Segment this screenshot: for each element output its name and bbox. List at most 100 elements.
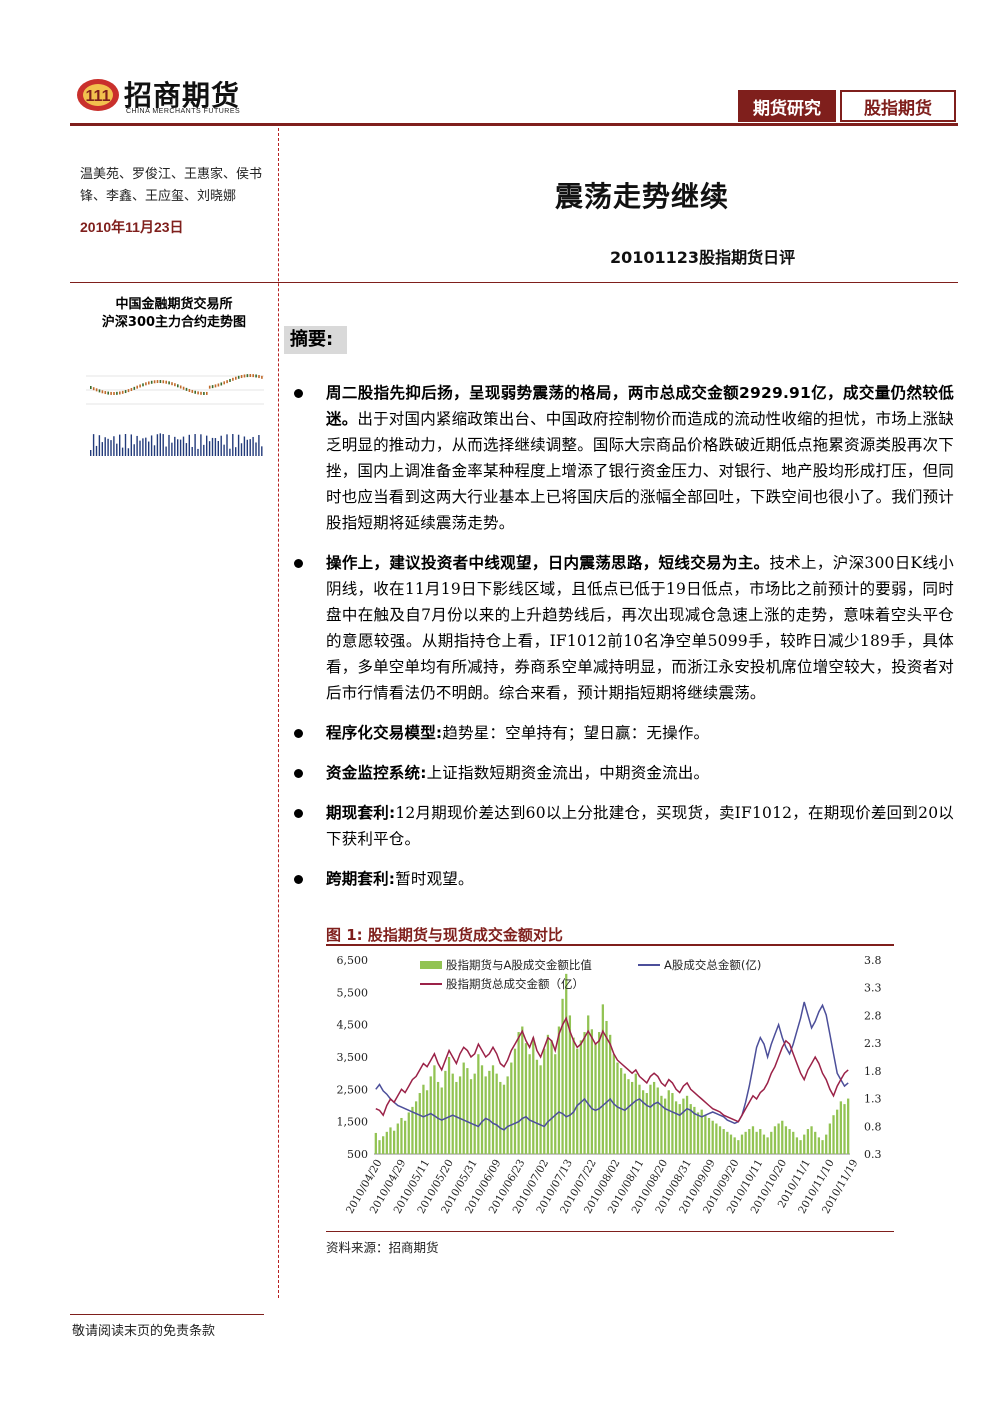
ratio-bar (411, 1106, 414, 1154)
ratio-bar (839, 1101, 842, 1154)
bullet-dot-icon (294, 729, 303, 738)
mini-candle (98, 389, 101, 393)
figure-source: 资料来源：招商期货 (326, 1240, 439, 1255)
mini-candle (133, 386, 136, 390)
ratio-bar (605, 1020, 608, 1154)
title-divider (70, 282, 958, 283)
mini-candle (191, 389, 194, 393)
ratio-bar (594, 1043, 597, 1154)
ratio-bar (535, 1059, 539, 1154)
mini-candle (188, 388, 191, 392)
legend-label-futures: 股指期货总成交金额（亿） (446, 977, 584, 991)
ratio-bar (627, 1079, 630, 1154)
bullet-calendar-spread: 跨期套利:暂时观望。 (294, 866, 954, 892)
mini-candle (185, 387, 188, 391)
left-axis-tick-label: 3,500 (337, 1051, 369, 1064)
mini-candle (168, 381, 170, 385)
bullet-fund-monitor: 资金监控系统:上证指数短期资金流出，中期资金流出。 (294, 760, 954, 786)
logo-icon: 111 (77, 79, 119, 111)
right-axis-tick-label: 1.8 (864, 1065, 882, 1078)
mini-candle (92, 387, 95, 391)
bullet-lead: 期现套利: (326, 804, 396, 822)
tab-futures-research[interactable]: 期货研究 (738, 90, 836, 122)
ratio-bar (466, 1068, 469, 1154)
tab-stock-index-futures[interactable]: 股指期货 (840, 90, 956, 122)
ratio-bar (843, 1104, 846, 1154)
mini-volume-bar (159, 433, 161, 456)
bullet-text: 趋势星：空单持有；望日赢：无操作。 (442, 724, 710, 742)
mini-chart-title-line1: 中国金融期货交易所 (115, 297, 233, 312)
ratio-bar (645, 1093, 648, 1154)
report-date: 2010年11月23日 (80, 219, 184, 235)
mini-volume-bar (156, 434, 159, 456)
mini-candle (162, 380, 165, 384)
mini-volume-bar (232, 434, 234, 456)
ratio-bar (667, 1090, 670, 1154)
right-axis-tick-label: 2.3 (864, 1037, 882, 1050)
mini-volume-bar (177, 439, 179, 456)
ratio-bar (656, 1087, 659, 1154)
ratio-bar (513, 1048, 517, 1154)
mini-candle (121, 390, 124, 394)
ratio-bar (579, 1040, 583, 1154)
mini-volume-bar (153, 445, 156, 456)
mini-volume-bar (133, 444, 135, 456)
left-axis-tick-label: 1,500 (337, 1116, 369, 1129)
mini-volume-bar (148, 441, 150, 456)
ratio-bar (744, 1131, 747, 1154)
mini-candle (113, 391, 115, 395)
ratio-bar (729, 1134, 733, 1154)
bullet-dot-icon (294, 809, 303, 818)
ratio-bar (568, 1015, 572, 1154)
mini-candle (223, 381, 225, 385)
mini-volume-bar (217, 440, 219, 456)
ratio-bar (704, 1115, 707, 1154)
ratio-bar (601, 1004, 604, 1154)
bullet-lead: 跨期套利: (326, 870, 396, 888)
mini-candle (101, 390, 104, 394)
left-axis-tick-label: 5,500 (337, 986, 369, 999)
bullet-text: 上证指数短期资金流出，中期资金流出。 (426, 764, 710, 782)
mini-candle (249, 374, 252, 378)
mini-candle (148, 381, 150, 385)
ratio-bar (663, 1098, 667, 1154)
bullet-text: 暂时观望。 (395, 870, 474, 888)
mini-candle (220, 382, 223, 386)
ratio-bar (378, 1140, 381, 1154)
ratio-bar (641, 1090, 645, 1154)
ratio-bar (726, 1131, 729, 1154)
ratio-bar (389, 1127, 392, 1154)
mini-candle (211, 385, 214, 389)
mini-chart-title: 中国金融期货交易所 沪深300主力合约走势图 (76, 296, 272, 332)
mini-volume-bar (182, 436, 185, 456)
mini-volume-bar (119, 434, 121, 456)
mini-candle (235, 376, 237, 380)
mini-volume-bar (165, 446, 167, 456)
mini-volume-bar (229, 448, 231, 456)
legend-label-a-share: A股成交总金额(亿) (664, 958, 761, 972)
ratio-bar (674, 1101, 678, 1154)
mini-volume-bar (168, 434, 170, 456)
mini-volume-bar (150, 435, 153, 456)
ratio-bar (803, 1134, 806, 1154)
ratio-bar (740, 1134, 744, 1154)
ratio-bar (598, 1032, 601, 1154)
bullet-dot-icon (294, 875, 303, 884)
ratio-bar (715, 1123, 718, 1154)
svg-text:111: 111 (86, 88, 111, 105)
mini-volume-bar (223, 444, 225, 456)
mini-volume-bar (127, 448, 130, 456)
column-divider (278, 128, 279, 1298)
ratio-bar (374, 1132, 377, 1154)
mini-volume-bar (191, 446, 193, 456)
mini-volume-bar (194, 434, 196, 456)
ratio-bar (546, 1034, 550, 1154)
left-axis-tick-label: 500 (347, 1148, 368, 1161)
mini-volume-bar (203, 444, 205, 456)
figure-title: 图 1: 股指期货与现货成交金额对比 (326, 926, 563, 944)
mini-candle (156, 380, 159, 384)
ratio-bar (458, 1076, 462, 1154)
right-axis-tick-label: 1.3 (864, 1093, 882, 1106)
mini-volume-bar (237, 434, 240, 456)
mini-volume-bar (107, 438, 109, 456)
